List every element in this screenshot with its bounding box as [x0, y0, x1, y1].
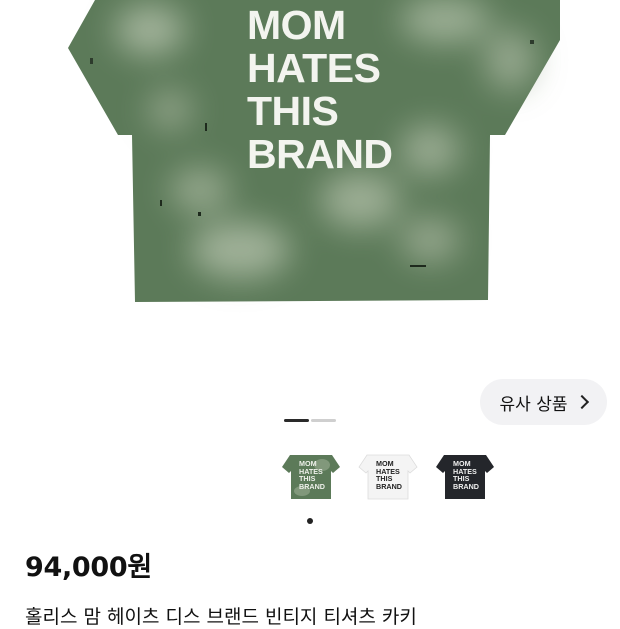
carousel-indicator[interactable]: [311, 419, 336, 422]
similar-products-button[interactable]: 유사 상품: [480, 379, 607, 425]
color-thumbnails: MOM HATES THIS BRAND MOM HATES THIS BRAN…: [0, 453, 620, 503]
shirt-print-text: MOM HATES THIS BRAND: [247, 4, 393, 176]
carousel-indicator-active[interactable]: [284, 419, 309, 422]
shirt-print-line: THIS: [247, 88, 339, 134]
shirt-print-line: MOM: [247, 2, 346, 48]
similar-products-label: 유사 상품: [499, 394, 568, 415]
product-main-image[interactable]: MOM HATES THIS BRAND: [0, 0, 620, 360]
product-price: 94,000원: [25, 552, 152, 583]
shirt-print-line: BRAND: [247, 131, 393, 177]
chevron-right-icon: [575, 394, 590, 410]
product-title: 홀리스 맘 헤이츠 디스 브랜드 빈티지 티셔츠 카키: [25, 606, 417, 628]
thumbnail-print-line: BRAND: [299, 481, 325, 491]
thumbnail-page-indicator: [307, 518, 313, 524]
thumbnail-print: MOM HATES THIS BRAND: [453, 460, 479, 490]
thumbnail-black[interactable]: MOM HATES THIS BRAND: [434, 453, 496, 503]
thumbnail-print: MOM HATES THIS BRAND: [376, 460, 402, 490]
thumbnail-khaki[interactable]: MOM HATES THIS BRAND: [280, 453, 342, 503]
thumbnail-print-line: BRAND: [453, 481, 479, 491]
thumbnail-white[interactable]: MOM HATES THIS BRAND: [357, 453, 419, 503]
thumbnail-print-line: BRAND: [376, 481, 402, 491]
shirt-print-line: HATES: [247, 45, 381, 91]
thumbnail-print: MOM HATES THIS BRAND: [299, 460, 325, 490]
